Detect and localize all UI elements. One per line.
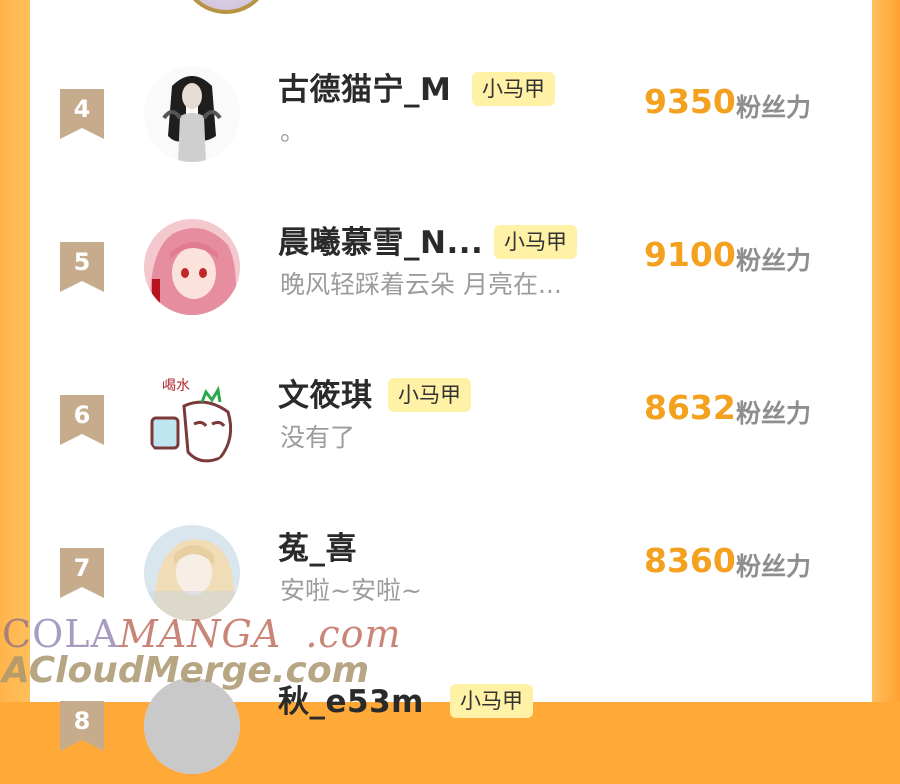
leaderboard-panel: 4 古德猫宁_M 小马甲 。 9350 粉丝力 5 晨曦慕雪_N... 小马甲 … bbox=[30, 0, 872, 774]
user-avatar[interactable] bbox=[144, 525, 240, 621]
rank-badge: 5 bbox=[60, 242, 104, 292]
right-orange-border bbox=[872, 0, 900, 702]
fan-power-unit: 粉丝力 bbox=[736, 246, 812, 275]
user-name[interactable]: 文筱琪 bbox=[278, 370, 373, 415]
leaderboard-row[interactable]: 7 菟_喜 安啦~安啦~ 8360 粉丝力 bbox=[30, 521, 872, 631]
fan-power-unit: 粉丝力 bbox=[736, 399, 812, 428]
left-orange-border bbox=[0, 0, 30, 702]
alt-account-tag: 小马甲 bbox=[388, 378, 471, 412]
user-avatar[interactable] bbox=[144, 66, 240, 162]
rank-badge: 6 bbox=[60, 395, 104, 445]
leaderboard-row[interactable]: 4 古德猫宁_M 小马甲 。 9350 粉丝力 bbox=[30, 62, 872, 172]
user-name[interactable]: 秋_e53m bbox=[278, 676, 424, 721]
alt-account-tag: 小马甲 bbox=[472, 72, 555, 106]
pink-hair-girl-avatar-icon bbox=[144, 219, 240, 315]
rank-badge: 4 bbox=[60, 89, 104, 139]
user-name[interactable]: 菟_喜 bbox=[278, 523, 357, 568]
alt-account-tag: 小马甲 bbox=[450, 684, 533, 718]
rank-badge: 8 bbox=[60, 701, 104, 751]
user-signature: 没有了 bbox=[280, 423, 356, 452]
rank-3-avatar-partial[interactable] bbox=[180, 0, 272, 14]
leaderboard-row[interactable]: 6 喝水 文筱琪 小马甲 没有了 8632 粉丝力 bbox=[30, 368, 872, 478]
user-avatar[interactable] bbox=[144, 219, 240, 315]
user-name[interactable]: 晨曦慕雪_N... bbox=[278, 217, 483, 262]
long-hair-girl-avatar-icon bbox=[144, 66, 240, 162]
user-avatar[interactable] bbox=[144, 678, 240, 774]
user-signature: 晚风轻踩着云朵 月亮在... bbox=[280, 270, 562, 299]
user-name[interactable]: 古德猫宁_M bbox=[278, 64, 451, 109]
blonde-girl-avatar-icon bbox=[144, 525, 240, 621]
svg-text:喝水: 喝水 bbox=[162, 378, 190, 394]
fan-power-score: 8632 bbox=[644, 388, 736, 427]
leaderboard-row[interactable]: 8 秋_e53m 小马甲 bbox=[30, 674, 872, 784]
rank-badge: 7 bbox=[60, 548, 104, 598]
alt-account-tag: 小马甲 bbox=[494, 225, 577, 259]
leaderboard-row[interactable]: 5 晨曦慕雪_N... 小马甲 晚风轻踩着云朵 月亮在... 9100 粉丝力 bbox=[30, 215, 872, 325]
user-signature: 。 bbox=[280, 117, 306, 146]
user-signature: 安啦~安啦~ bbox=[280, 576, 422, 605]
user-avatar[interactable]: 喝水 bbox=[144, 372, 240, 468]
fan-power-score: 8360 bbox=[644, 541, 736, 580]
cartoon-drink-avatar-icon: 喝水 bbox=[144, 372, 240, 468]
fan-power-unit: 粉丝力 bbox=[736, 552, 812, 581]
fan-power-unit: 粉丝力 bbox=[736, 93, 812, 122]
fan-power-score: 9350 bbox=[644, 82, 736, 121]
fan-power-score: 9100 bbox=[644, 235, 736, 274]
partial-avatar-icon bbox=[144, 678, 240, 774]
